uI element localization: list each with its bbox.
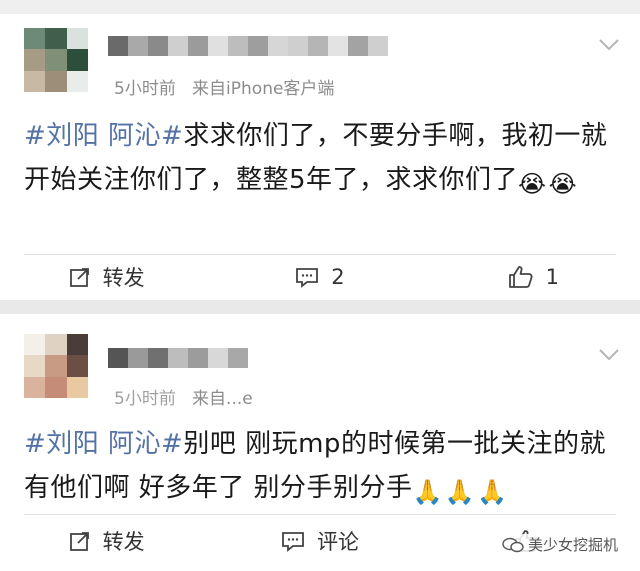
wechat-icon	[502, 537, 524, 552]
topic-tag[interactable]: #刘阳 阿沁#	[24, 429, 183, 459]
username-blurred[interactable]	[108, 36, 388, 56]
topic-tag[interactable]: #刘阳 阿沁#	[24, 121, 183, 151]
comment-button[interactable]: 评论	[213, 526, 426, 556]
crying-emoji: 😭	[518, 170, 547, 198]
repost-icon	[69, 532, 89, 551]
comment-count: 2	[331, 265, 345, 289]
username-blurred[interactable]	[108, 348, 248, 368]
post-time: 5小时前	[114, 79, 176, 99]
pray-emoji: 🙏	[477, 478, 508, 506]
comment-icon	[296, 268, 319, 288]
repost-button[interactable]: 转发	[0, 262, 213, 292]
watermark: 美少女挖掘机	[501, 534, 618, 555]
like-icon	[508, 266, 533, 288]
comment-label: 评论	[316, 530, 359, 554]
repost-label: 转发	[102, 266, 145, 290]
post-meta: 5小时前 来自iPhone客户端	[114, 74, 334, 99]
post-card[interactable]: 5小时前 来自...e #刘阳 阿沁#别吧 刚玩mp的时候第一批关注的就有他们啊…	[0, 314, 640, 571]
comment-button[interactable]: 2	[213, 265, 426, 289]
pray-emoji: 🙏	[444, 478, 476, 506]
card-gap	[0, 300, 640, 314]
avatar[interactable]	[24, 28, 88, 92]
comment-icon	[282, 532, 304, 552]
post-content: #刘阳 阿沁#求求你们了，不要分手啊，我初一就开始关注你们了，整整5年了，求求你…	[24, 114, 610, 202]
post-card[interactable]: 5小时前 来自iPhone客户端 #刘阳 阿沁#求求你们了，不要分手啊，我初一就…	[0, 14, 640, 300]
like-count: 1	[545, 265, 559, 289]
post-time: 5小时前	[114, 389, 176, 409]
divider	[24, 514, 616, 515]
chevron-down-icon[interactable]	[598, 348, 620, 362]
post-meta: 5小时前 来自...e	[114, 384, 253, 409]
like-button[interactable]: 1	[427, 265, 640, 289]
weibo-feed: 5小时前 来自iPhone客户端 #刘阳 阿沁#求求你们了，不要分手啊，我初一就…	[0, 0, 640, 571]
repost-label: 转发	[102, 530, 145, 554]
top-gap	[0, 0, 640, 14]
repost-icon	[69, 268, 89, 287]
watermark-text: 美少女挖掘机	[527, 536, 618, 554]
post-source: 来自...e	[192, 389, 253, 409]
action-bar: 转发 2 1	[0, 255, 640, 299]
chevron-down-icon[interactable]	[598, 38, 620, 52]
crying-emoji: 😭	[548, 170, 578, 198]
pray-emoji: 🙏	[412, 478, 443, 506]
avatar[interactable]	[24, 334, 88, 398]
post-content: #刘阳 阿沁#别吧 刚玩mp的时候第一批关注的就有他们啊 好多年了 别分手别分手…	[24, 422, 610, 510]
repost-button[interactable]: 转发	[0, 526, 213, 556]
post-source: 来自iPhone客户端	[192, 79, 335, 99]
